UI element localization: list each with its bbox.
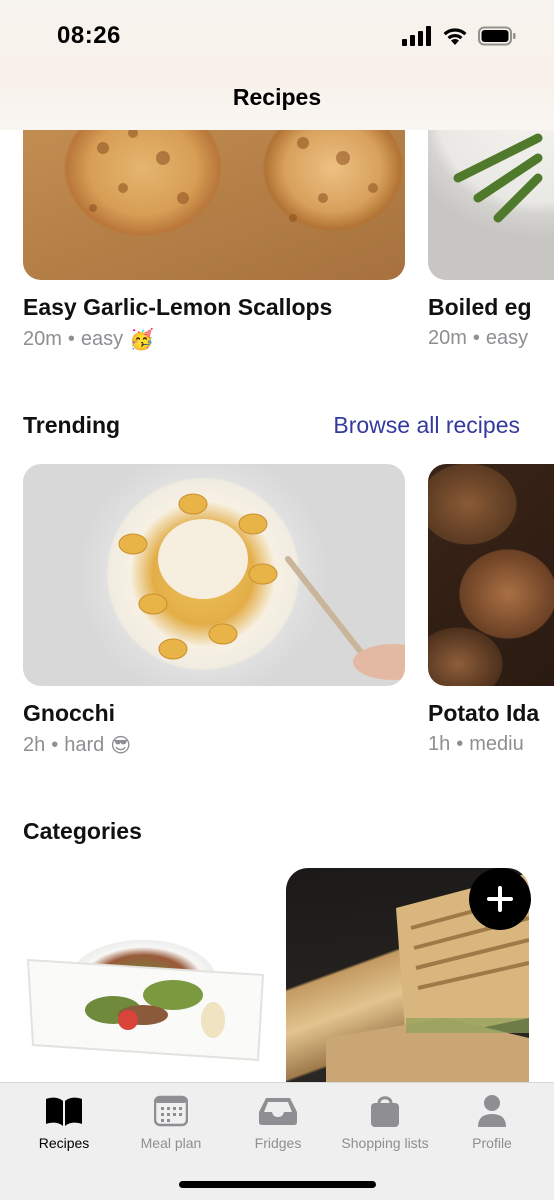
recipe-difficulty: easy xyxy=(80,328,124,350)
section-title: Categories xyxy=(23,818,142,844)
tab-label: Shopping lists xyxy=(341,1135,429,1151)
recipe-title: Boiled eg xyxy=(428,294,532,320)
page-title: Recipes xyxy=(232,84,322,110)
home-indicator xyxy=(179,1181,376,1188)
tab-fridges[interactable]: Fridges xyxy=(228,1093,328,1151)
recipe-meta: 20m • easy xyxy=(428,327,554,350)
recipe-difficulty: mediu xyxy=(469,733,524,755)
recipe-card[interactable]: Potato Ida 1h • mediu xyxy=(428,464,554,758)
tab-meal-plan[interactable]: Meal plan xyxy=(121,1093,221,1151)
recipe-meta: 20m • easy 🥳 xyxy=(23,327,405,352)
recipe-emoji: 😎 xyxy=(110,735,132,757)
section-title: Trending xyxy=(23,412,121,438)
recipe-meta: 2h • hard 😎 xyxy=(23,733,405,758)
recipe-time: 20m xyxy=(23,328,62,350)
status-icons xyxy=(402,26,516,46)
recipe-image xyxy=(23,130,405,280)
person-icon xyxy=(478,1095,506,1127)
recipe-time: 1h xyxy=(428,733,451,755)
signal-icon xyxy=(402,26,431,46)
category-card-salad[interactable] xyxy=(23,875,269,1082)
tab-label: Fridges xyxy=(254,1135,302,1151)
battery-icon xyxy=(478,26,516,46)
recipe-image xyxy=(428,464,554,686)
recipe-title: Gnocchi xyxy=(23,700,116,726)
trending-header: Trending Browse all recipes xyxy=(23,412,520,439)
meta-separator: • xyxy=(472,327,480,349)
meta-separator: • xyxy=(456,733,464,755)
plus-icon xyxy=(487,886,513,912)
recipe-title: Easy Garlic-Lemon Scallops xyxy=(23,294,333,320)
recipe-image xyxy=(23,464,405,686)
browse-all-recipes-link[interactable]: Browse all recipes xyxy=(333,412,520,439)
tab-profile[interactable]: Profile xyxy=(442,1093,542,1151)
recipe-meta: 1h • mediu xyxy=(428,733,554,756)
recipe-difficulty: hard xyxy=(64,734,105,756)
tab-label: Profile xyxy=(472,1135,512,1151)
inbox-tray-icon xyxy=(259,1098,297,1125)
tab-label: Meal plan xyxy=(140,1135,202,1151)
recipe-title: Potato Ida xyxy=(428,700,540,726)
tab-shopping-lists[interactable]: Shopping lists xyxy=(335,1093,435,1151)
recipe-image xyxy=(428,130,554,280)
wifi-icon xyxy=(443,28,467,45)
add-recipe-button[interactable] xyxy=(469,868,531,930)
recipe-card[interactable]: Gnocchi 2h • hard 😎 xyxy=(23,464,405,758)
recipe-time: 20m xyxy=(428,327,467,349)
status-bar: 08:26 xyxy=(0,0,554,70)
recipe-difficulty: easy xyxy=(485,327,529,349)
tab-label: Recipes xyxy=(38,1135,90,1151)
calendar-icon xyxy=(154,1095,188,1127)
status-time: 08:26 xyxy=(57,22,121,49)
recipes-scroll-content[interactable]: Easy Garlic-Lemon Scallops 20m • easy 🥳 … xyxy=(0,130,554,1082)
recipe-time: 2h xyxy=(23,734,46,756)
top-bar: 08:26 Recipes xyxy=(0,0,554,130)
categories-header: Categories xyxy=(23,818,520,845)
meta-separator: • xyxy=(67,328,75,350)
recipe-card[interactable]: Boiled eg 20m • easy xyxy=(428,130,554,352)
book-icon xyxy=(46,1097,82,1126)
shopping-bag-icon xyxy=(371,1096,399,1127)
recipe-card[interactable]: Easy Garlic-Lemon Scallops 20m • easy 🥳 xyxy=(23,130,405,352)
meta-separator: • xyxy=(51,734,59,756)
recipe-emoji: 🥳 xyxy=(129,329,155,351)
tab-recipes[interactable]: Recipes xyxy=(14,1093,114,1151)
featured-carousel[interactable]: Easy Garlic-Lemon Scallops 20m • easy 🥳 … xyxy=(23,130,554,352)
trending-carousel[interactable]: Gnocchi 2h • hard 😎 Potato Ida 1h • medi… xyxy=(23,464,554,758)
